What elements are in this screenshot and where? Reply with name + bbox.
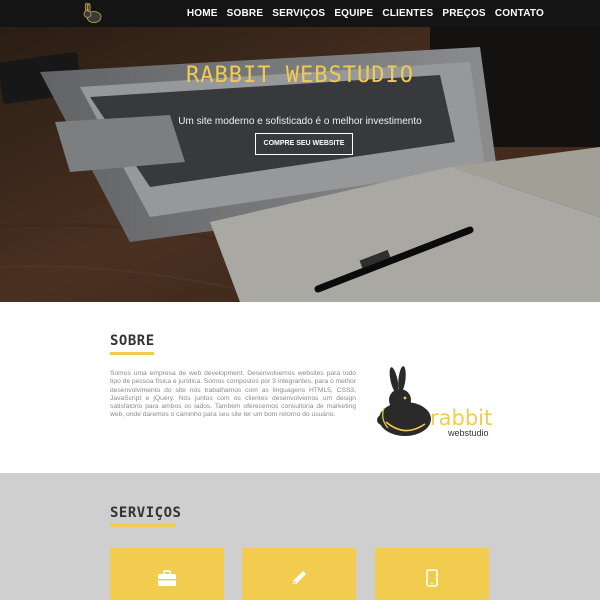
servicos-title-underline xyxy=(110,524,175,527)
buy-website-button[interactable]: Compre seu website xyxy=(255,133,353,155)
nav-item-home[interactable]: Home xyxy=(187,8,218,19)
rabbit-webstudio-logo: rabbit webstudio xyxy=(377,366,492,438)
sobre-description: Somos uma empresa de web development. De… xyxy=(110,370,356,419)
service-card-tablet[interactable] xyxy=(375,548,489,600)
briefcase-icon xyxy=(158,570,176,586)
nav-item-sobre[interactable]: Sobre xyxy=(227,8,264,19)
hero-title: RABBIT WEBSTUDIO xyxy=(186,63,414,88)
hero-subtitle: Um site moderno e sofisticado é o melhor… xyxy=(178,116,422,127)
logo-subword: webstudio xyxy=(447,428,489,438)
service-card-pencil[interactable] xyxy=(242,548,356,600)
service-card-briefcase[interactable] xyxy=(110,548,224,600)
nav-menu: Home Sobre Serviços Equipe Clientes Preç… xyxy=(187,0,544,27)
top-navbar: Home Sobre Serviços Equipe Clientes Preç… xyxy=(0,0,600,27)
nav-item-clientes[interactable]: Clientes xyxy=(382,8,433,19)
pencil-icon xyxy=(292,571,306,585)
sobre-title: SOBRE xyxy=(110,333,155,349)
sobre-section: SOBRE Somos uma empresa de web developme… xyxy=(0,302,600,473)
nav-item-servicos[interactable]: Serviços xyxy=(272,8,325,19)
nav-item-contato[interactable]: Contato xyxy=(495,8,544,19)
nav-item-equipe[interactable]: Equipe xyxy=(334,8,373,19)
tablet-icon xyxy=(426,569,438,587)
servicos-title: SERVIÇOS xyxy=(110,505,182,521)
nav-item-precos[interactable]: Preços xyxy=(442,8,485,19)
logo-word: rabbit xyxy=(430,406,492,430)
rabbit-logo-icon[interactable] xyxy=(80,2,104,24)
hero-section: RABBIT WEBSTUDIO Um site moderno e sofis… xyxy=(0,27,600,302)
sobre-title-underline xyxy=(110,352,154,355)
servicos-section: SERVIÇOS xyxy=(0,473,600,600)
